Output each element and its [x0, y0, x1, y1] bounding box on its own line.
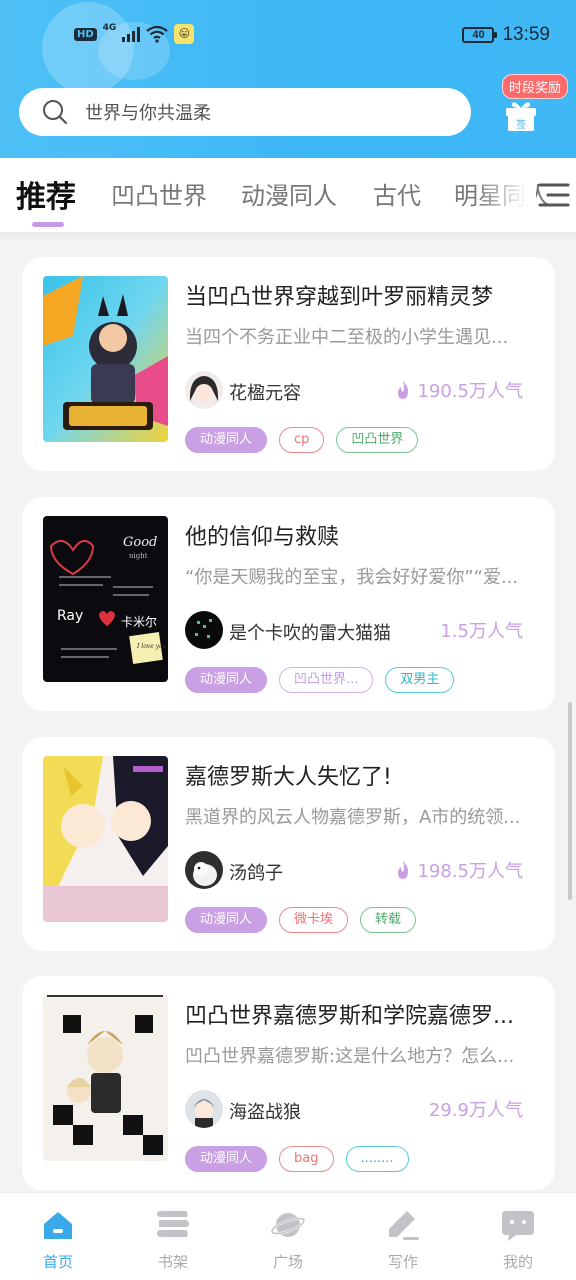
- search-bar[interactable]: 世界与你共温柔: [19, 88, 471, 136]
- book-cover: [43, 276, 168, 442]
- flame-icon: [398, 861, 409, 879]
- clock: 13:59: [502, 24, 550, 45]
- scrollbar[interactable]: [568, 702, 572, 900]
- tag[interactable]: 动漫同人: [185, 427, 268, 453]
- cover-note: I love you: [136, 643, 167, 650]
- chat-face-icon: [502, 1211, 534, 1241]
- book-cover: [43, 995, 168, 1161]
- wifi-icon: [146, 25, 169, 43]
- popularity-count: 190.5万人气: [417, 381, 523, 402]
- battery-icon: 40: [462, 27, 498, 43]
- book-cover: [43, 756, 168, 922]
- nav-square[interactable]: 广场: [248, 1207, 328, 1272]
- tab-fade: [476, 158, 536, 232]
- book-card[interactable]: Good night Ray 卡米尔 I love you 他的信仰与救赎 “你…: [22, 497, 555, 711]
- tag[interactable]: bag: [279, 1146, 334, 1172]
- popularity: 198.5万人气: [395, 857, 523, 883]
- book-description: 当四个不务正业中二至极的小学生遇见...: [185, 327, 509, 348]
- book-title: 当凹凸世界穿越到叶罗丽精灵梦: [185, 285, 494, 310]
- nav-home[interactable]: 首页: [18, 1207, 98, 1272]
- cover-name-a: Ray: [57, 608, 83, 624]
- planet-icon: [270, 1213, 306, 1237]
- tag[interactable]: 凹凸世界...: [279, 667, 374, 693]
- reward-button[interactable]: 时段奖励 签: [500, 74, 569, 142]
- tab-anime-fanfic[interactable]: 动漫同人: [241, 176, 337, 211]
- author-name: 汤鸽子: [229, 863, 283, 884]
- nav-label: 我的: [502, 1253, 533, 1271]
- tag-list: 动漫同人 cp 凹凸世界: [185, 427, 419, 453]
- cover-title: Good: [123, 535, 157, 550]
- avatar: [185, 851, 223, 889]
- nav-label: 首页: [42, 1253, 73, 1271]
- book-card[interactable]: 当凹凸世界穿越到叶罗丽精灵梦 当四个不务正业中二至极的小学生遇见... 花楹元容…: [22, 257, 555, 471]
- author-name: 是个卡吹的雷大猫猫: [229, 623, 391, 644]
- book-cover: Good night Ray 卡米尔 I love you: [43, 516, 168, 682]
- popularity-count: 29.9万人气: [428, 1100, 523, 1121]
- tag[interactable]: 转载: [360, 907, 417, 933]
- nav-label: 书架: [157, 1253, 188, 1271]
- bookshelf-icon: [157, 1211, 189, 1237]
- hd-indicator: HD: [74, 27, 97, 41]
- avatar: [185, 1090, 223, 1128]
- book-description: “你是天赐我的至宝，我会好好爱你”“爱...: [185, 567, 519, 588]
- tag[interactable]: 动漫同人: [185, 907, 268, 933]
- popularity: 190.5万人气: [395, 377, 523, 403]
- tab-ancient[interactable]: 古代: [373, 176, 421, 211]
- popularity: 29.9万人气: [429, 1096, 523, 1122]
- tag-list: 动漫同人 凹凸世界... 双男主: [185, 667, 455, 693]
- tag-list: 动漫同人 bag ........: [185, 1146, 409, 1172]
- bottom-nav: 首页 书架 广场 写作 我的: [0, 1192, 576, 1280]
- status-bar: HD 4G 😛 40 13:59: [0, 0, 576, 70]
- popularity-count: 198.5万人气: [417, 861, 523, 882]
- tag[interactable]: cp: [279, 427, 325, 453]
- tag[interactable]: 动漫同人: [185, 1146, 268, 1172]
- popularity-count: 1.5万人气: [440, 621, 523, 642]
- tab-aotu-world[interactable]: 凹凸世界: [111, 176, 207, 211]
- pen-icon: [389, 1211, 419, 1240]
- author-name: 海盗战狼: [229, 1102, 301, 1123]
- book-card[interactable]: 凹凸世界嘉德罗斯和学院嘉德罗... 凹凸世界嘉德罗斯:这是什么地方？怎么... …: [22, 976, 555, 1190]
- cover-subtitle: night: [129, 552, 148, 560]
- notification-icon: 😛: [174, 24, 195, 44]
- cover-name-b: 卡米尔: [121, 614, 157, 629]
- tag[interactable]: ........: [345, 1146, 409, 1172]
- menu-icon[interactable]: [538, 180, 570, 210]
- search-icon: [43, 100, 68, 125]
- tab-recommend[interactable]: 推荐: [16, 172, 76, 216]
- book-title: 他的信仰与救赎: [185, 525, 340, 550]
- tag[interactable]: 双男主: [385, 667, 455, 693]
- reward-badge: 时段奖励: [502, 74, 569, 99]
- nav-bookshelf[interactable]: 书架: [133, 1207, 213, 1272]
- network-type: 4G: [102, 23, 117, 33]
- gift-label: 签: [516, 118, 526, 131]
- book-card[interactable]: 嘉德罗斯大人失忆了! 黑道界的风云人物嘉德罗斯，A市的统领... 汤鸽子 198…: [22, 737, 555, 951]
- nav-label: 写作: [387, 1253, 418, 1271]
- tag-list: 动漫同人 微卡埃 转载: [185, 907, 417, 933]
- tag[interactable]: 动漫同人: [185, 667, 268, 693]
- tab-indicator: [32, 222, 64, 227]
- flame-icon: [398, 381, 409, 399]
- book-description: 凹凸世界嘉德罗斯:这是什么地方？怎么...: [185, 1046, 515, 1067]
- category-tabs: 推荐 凹凸世界 动漫同人 古代 明星同人: [0, 158, 576, 232]
- book-title: 嘉德罗斯大人失忆了!: [185, 765, 392, 790]
- avatar: [185, 371, 223, 409]
- nav-write[interactable]: 写作: [363, 1207, 443, 1272]
- nav-label: 广场: [272, 1253, 303, 1271]
- header: HD 4G 😛 40 13:59 世界与你共温柔 时段奖励 签: [0, 0, 576, 158]
- popularity: 1.5万人气: [440, 617, 523, 643]
- book-description: 黑道界的风云人物嘉德罗斯，A市的统领...: [185, 807, 521, 828]
- author-name: 花楹元容: [229, 383, 301, 404]
- signal-icon: [122, 26, 141, 42]
- search-placeholder: 世界与你共温柔: [85, 103, 211, 124]
- avatar: [185, 611, 223, 649]
- tag[interactable]: 微卡埃: [279, 907, 349, 933]
- home-icon: [44, 1212, 72, 1239]
- tag[interactable]: 凹凸世界: [336, 427, 419, 453]
- divider: [0, 232, 576, 242]
- gift-icon: 签: [506, 102, 536, 131]
- book-title: 凹凸世界嘉德罗斯和学院嘉德罗...: [185, 1004, 514, 1029]
- nav-profile[interactable]: 我的: [478, 1207, 558, 1272]
